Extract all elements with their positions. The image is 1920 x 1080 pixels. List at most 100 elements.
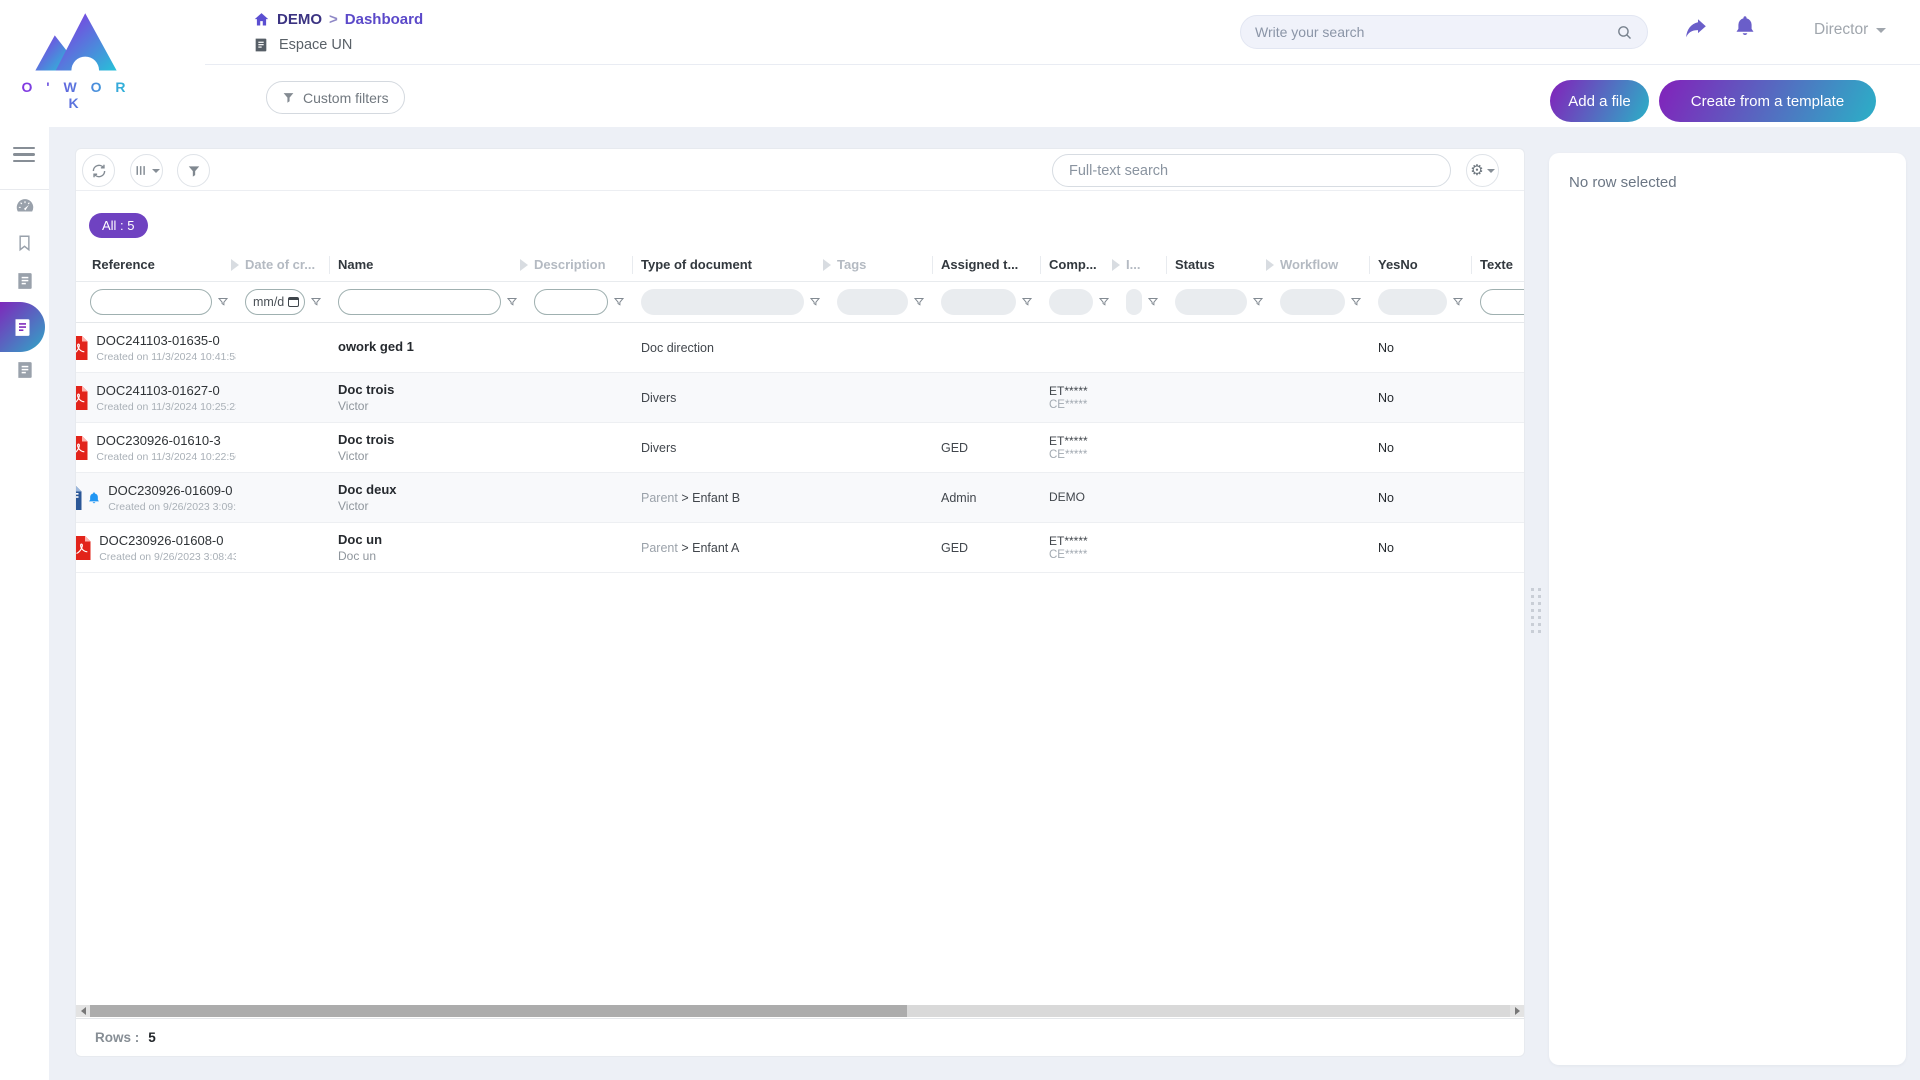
doc-company: DEMO (1049, 490, 1117, 504)
column-header-i[interactable]: I... (1117, 249, 1166, 281)
user-role-label: Director (1814, 21, 1868, 39)
share-icon[interactable] (1684, 17, 1708, 41)
home-icon[interactable] (253, 11, 270, 28)
alert-bell-icon (87, 491, 101, 505)
fulltext-search-input[interactable] (1069, 163, 1434, 179)
filter-texte-input[interactable] (1480, 289, 1525, 315)
breadcrumb: DEMO > Dashboard (253, 11, 423, 28)
top-header: O ' W O R K DEMO > Dashboard Espace UN D… (0, 0, 1920, 127)
column-header-description[interactable]: Description (525, 249, 632, 281)
sidebar-item-space-active[interactable] (0, 302, 45, 352)
panel-resize-handle[interactable] (1531, 588, 1542, 634)
cell-description (525, 423, 632, 472)
sidebar-item-dashboard[interactable] (0, 195, 49, 217)
column-header-name[interactable]: Name (329, 249, 525, 281)
column-header-assigned[interactable]: Assigned t... (932, 249, 1040, 281)
bell-icon[interactable] (1733, 14, 1757, 38)
scrollbar-thumb[interactable] (90, 1005, 907, 1017)
filter-name-input[interactable] (338, 289, 501, 315)
custom-filters-button[interactable]: Custom filters (266, 81, 405, 114)
global-search-input[interactable] (1255, 24, 1616, 40)
column-header-date[interactable]: Date of cr... (236, 249, 329, 281)
rows-label: Rows : (95, 1030, 139, 1045)
cell-i (1117, 523, 1166, 572)
filter-icon[interactable] (1252, 296, 1264, 308)
column-header-reference[interactable]: Reference (76, 249, 236, 281)
add-file-button[interactable]: Add a file (1550, 80, 1649, 122)
column-header-workflow[interactable]: Workflow (1271, 249, 1369, 281)
filter-reference-input[interactable] (90, 289, 212, 315)
filter-assigned-disabled (941, 289, 1016, 315)
breadcrumb-separator: > (329, 11, 338, 28)
filter-description-input[interactable] (534, 289, 608, 315)
filter-icon[interactable] (217, 296, 229, 308)
filter-icon[interactable] (1350, 296, 1362, 308)
calendar-icon[interactable] (288, 297, 299, 307)
table-filter-row: mm/d (76, 282, 1524, 323)
word-file-icon: w (76, 485, 83, 511)
cell-description (525, 323, 632, 372)
scroll-left-button[interactable] (76, 1005, 90, 1017)
column-header-company[interactable]: Comp... (1040, 249, 1117, 281)
search-icon[interactable] (1616, 24, 1633, 41)
column-header-texte[interactable]: Texte (1471, 249, 1525, 281)
table-filter-button[interactable] (177, 154, 210, 187)
sidebar-item-space-2[interactable] (0, 360, 49, 380)
journal-icon (15, 360, 35, 380)
doc-name-sub: Victor (338, 399, 525, 413)
app-logo[interactable]: O ' W O R K (14, 4, 138, 111)
doc-reference: DOC241103-01635-0 (96, 333, 236, 348)
user-role-menu[interactable]: Director (1814, 21, 1886, 39)
filter-date-input[interactable]: mm/d (245, 289, 305, 315)
doc-company-sub: CE***** (1049, 449, 1117, 461)
filter-icon[interactable] (613, 296, 625, 308)
column-header-yesno[interactable]: YesNo (1369, 249, 1471, 281)
global-search[interactable] (1240, 15, 1648, 49)
filter-icon[interactable] (506, 296, 518, 308)
column-header-status[interactable]: Status (1166, 249, 1271, 281)
cell-workflow (1271, 323, 1369, 372)
doc-reference: DOC230926-01609-0 (108, 483, 236, 498)
doc-type-prefix: Parent (641, 541, 678, 555)
left-sidebar (0, 127, 49, 1080)
doc-reference: DOC230926-01610-3 (96, 433, 236, 448)
table-row[interactable]: DOC241103-01627-0 Created on 11/3/2024 1… (76, 373, 1524, 423)
filter-icon[interactable] (1098, 296, 1110, 308)
cell-i (1117, 423, 1166, 472)
sidebar-item-space-1[interactable] (0, 271, 49, 291)
doc-name: Doc deux (338, 482, 525, 497)
cell-description (525, 523, 632, 572)
columns-button[interactable] (130, 154, 163, 187)
pdf-file-icon (76, 335, 89, 361)
cell-texte (1471, 423, 1525, 472)
sidebar-item-bookmarks[interactable] (0, 233, 49, 253)
column-header-type[interactable]: Type of document (632, 249, 828, 281)
fulltext-search[interactable] (1052, 154, 1451, 187)
table-settings-button[interactable]: ⚙ (1466, 154, 1499, 187)
column-header-tags[interactable]: Tags (828, 249, 932, 281)
table-row[interactable]: w DOC230926-01609-0 Created on 9/26/2023… (76, 473, 1524, 523)
cell-i (1117, 323, 1166, 372)
columns-icon (134, 163, 149, 178)
breadcrumb-current[interactable]: Dashboard (345, 11, 423, 28)
breadcrumb-root[interactable]: DEMO (277, 11, 322, 28)
refresh-button[interactable] (82, 154, 115, 187)
cell-date (236, 373, 329, 422)
filter-icon[interactable] (1147, 296, 1159, 308)
filter-icon[interactable] (1452, 296, 1464, 308)
horizontal-scrollbar[interactable] (76, 1004, 1524, 1018)
all-count-badge[interactable]: All : 5 (89, 213, 148, 238)
menu-toggle-button[interactable] (13, 147, 35, 166)
table-row[interactable]: DOC230926-01608-0 Created on 9/26/2023 3… (76, 523, 1524, 573)
filter-icon[interactable] (809, 296, 821, 308)
journal-icon (15, 271, 35, 291)
doc-type: > Enfant A (681, 541, 739, 555)
filter-icon[interactable] (1021, 296, 1033, 308)
doc-created: Created on 9/26/2023 3:08:43 AM (99, 551, 236, 563)
scroll-right-button[interactable] (1510, 1005, 1524, 1017)
table-row[interactable]: DOC241103-01635-0 Created on 11/3/2024 1… (76, 323, 1524, 373)
table-row[interactable]: DOC230926-01610-3 Created on 11/3/2024 1… (76, 423, 1524, 473)
create-from-template-button[interactable]: Create from a template (1659, 80, 1876, 122)
filter-icon[interactable] (913, 296, 925, 308)
filter-icon[interactable] (310, 296, 322, 308)
